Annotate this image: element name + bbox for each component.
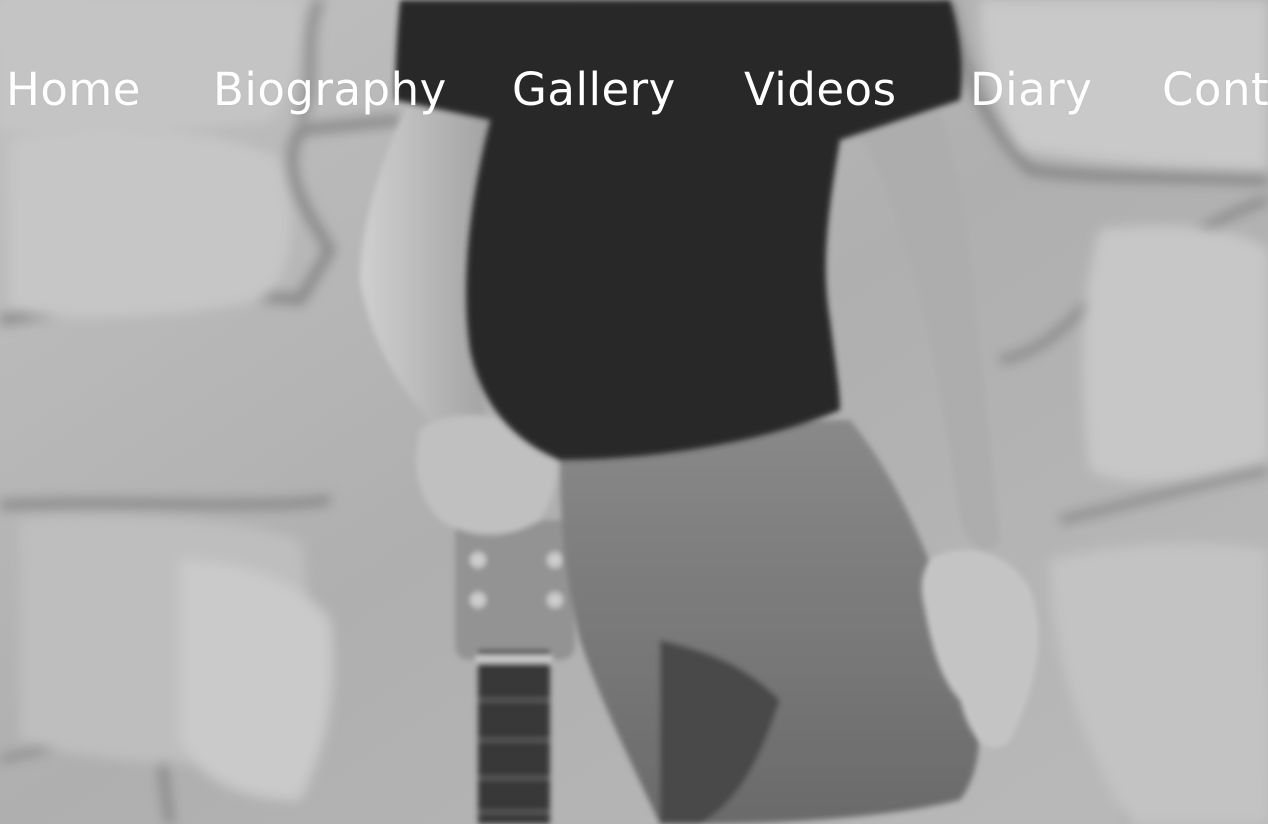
nav-contact-link[interactable]: Contact [1162, 60, 1268, 120]
nav-diary-link[interactable]: Diary [970, 60, 1092, 120]
nav-biography-link[interactable]: Biography [213, 60, 447, 120]
nav-videos-link[interactable]: Videos [744, 60, 897, 120]
hero-background-photo [0, 0, 1268, 824]
page: Home Biography Gallery Videos Diary Cont… [0, 0, 1268, 824]
nav-gallery-link[interactable]: Gallery [512, 60, 676, 120]
nav-home-link[interactable]: Home [6, 60, 141, 120]
